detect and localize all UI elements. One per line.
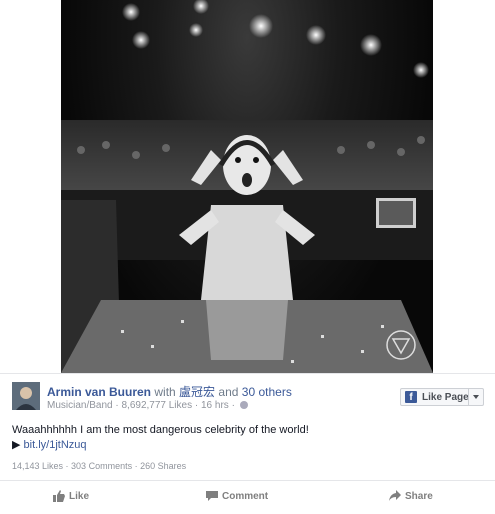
thumbs-up-icon [53,490,65,502]
post-meta: Musician/Band · 8,692,777 Likes · 16 hrs… [47,400,248,411]
caption-text: Waaahhhhhh I am the most dangerous celeb… [12,424,309,436]
like-button[interactable]: Like [53,490,89,502]
share-button[interactable]: Share [389,490,433,502]
tagged-person-link[interactable]: 盧冠宏 [179,385,215,399]
dj-stage-photo [61,0,433,373]
like-label: Like [69,490,90,502]
like-page-label: Like Page [422,392,469,403]
poster-line: Armin van Buuren with 盧冠宏 and 30 others [47,383,292,400]
speech-bubble-icon [206,491,218,501]
post-time-link[interactable]: 16 hrs [201,400,229,411]
comment-label: Comment [222,490,269,502]
post-photo[interactable] [61,0,433,373]
comments-count-link[interactable]: 303 Comments [71,461,132,471]
share-label: Share [405,490,433,502]
avatar[interactable] [12,382,40,410]
page-category: Musician/Band [47,400,113,411]
post-stats: 14,143 Likes · 303 Comments · 260 Shares [12,461,187,471]
caption-link[interactable]: bit.ly/1jtNzuq [24,439,87,451]
play-triangle-icon: ▶ [12,439,21,451]
page-likes-count: 8,692,777 Likes [121,400,193,411]
others-link[interactable]: 30 others [242,385,292,399]
chevron-down-icon[interactable] [468,389,483,405]
shares-count-link[interactable]: 260 Shares [140,461,186,471]
with-word: with [154,385,176,399]
likes-count-link[interactable]: 14,143 Likes [12,461,63,471]
and-word: and [218,385,239,399]
post-photo-area [0,0,495,373]
caption-link-line: ▶ bit.ly/1jtNzuq [12,438,482,453]
post-actions: Like Comment Share [0,480,495,514]
author-name-link[interactable]: Armin van Buuren [47,385,151,399]
post-caption: Waaahhhhhh I am the most dangerous celeb… [12,423,482,453]
globe-icon [239,401,248,409]
comment-button[interactable]: Comment [206,490,268,502]
post-header: Armin van Buuren with 盧冠宏 and 30 others … [0,373,495,416]
facebook-f-icon: f [405,391,417,403]
share-arrow-icon [389,490,401,501]
like-page-button[interactable]: f Like Page [400,388,484,406]
facebook-post: Armin van Buuren with 盧冠宏 and 30 others … [0,0,495,513]
